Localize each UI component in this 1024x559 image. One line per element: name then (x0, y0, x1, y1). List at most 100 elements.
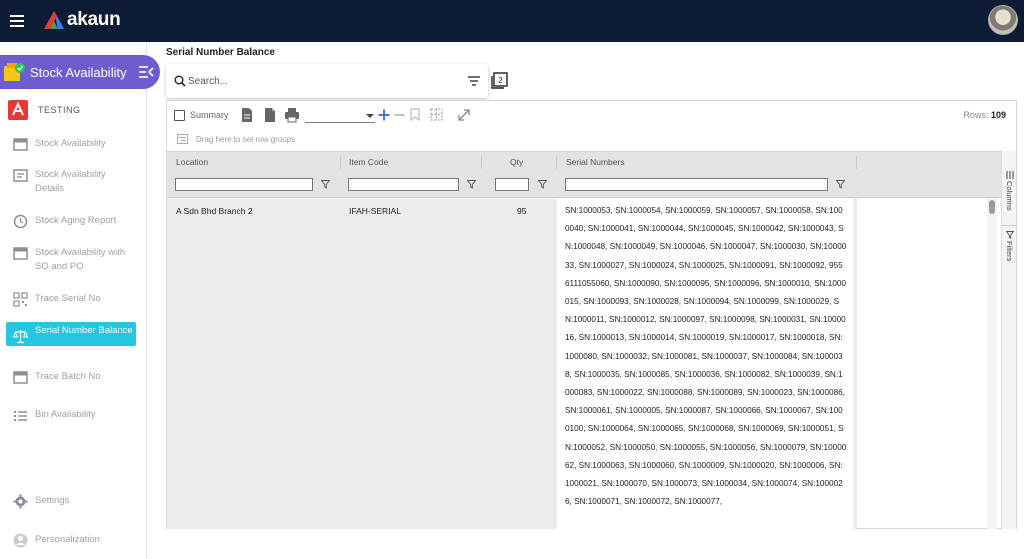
app-logo[interactable]: akaun (44, 9, 121, 31)
cell-location: A Sdn Bhd Branch 2 (176, 206, 253, 216)
expand-icon[interactable] (457, 108, 471, 122)
cell-serial-numbers-container: SN:1000053, SN:1000054, SN:1000059, SN:1… (557, 198, 853, 529)
column-header-qty[interactable]: Qty (510, 157, 523, 167)
bookmark-icon[interactable] (410, 108, 420, 121)
export-file-icon[interactable] (263, 107, 277, 123)
tenant-logo-icon (8, 100, 28, 120)
sidebar-item-label: Personalization (35, 534, 100, 545)
list-icon (14, 411, 27, 421)
filter-funnel-icon[interactable] (538, 180, 547, 189)
column-header-location[interactable]: Location (176, 157, 208, 167)
grid-toolbar: Summary Rows: 109 (167, 101, 1016, 129)
data-grid: Summary Rows: 109 Drag here to set row g… (166, 100, 1017, 529)
tab-filters[interactable]: Filters (1002, 231, 1017, 261)
filter-funnel-icon[interactable] (467, 180, 476, 189)
sidebar-item-trace-serial-no[interactable]: Trace Serial No (6, 292, 136, 307)
tab-filters-label: Filters (1005, 241, 1014, 262)
document-icon[interactable] (240, 107, 254, 123)
summary-label: Summary (190, 110, 229, 120)
print-icon[interactable] (284, 107, 300, 123)
top-bar: akaun (0, 0, 1024, 42)
sidebar-item-label: Stock Aging Report (35, 215, 117, 226)
remove-icon[interactable] (394, 109, 405, 121)
sidebar-item-label: Serial Number Balance (35, 325, 133, 336)
sidebar-item-label: Bin Availability (35, 409, 96, 420)
collapse-sidebar-icon[interactable] (138, 65, 154, 79)
tenant-selector[interactable]: TESTING (8, 100, 81, 120)
akaun-logo-icon (44, 11, 64, 29)
rows-count-label: Rows: 109 (963, 110, 1006, 120)
hamburger-menu-icon[interactable] (10, 15, 24, 27)
column-header-item-code[interactable]: Item Code (349, 157, 388, 167)
serial-numbers-filter-input[interactable] (565, 178, 828, 191)
columns-icon (1006, 171, 1013, 179)
side-panel-tabs: Columns Filters (1001, 151, 1017, 529)
sidebar-item-label: Stock Availability with SO and PO (35, 247, 126, 272)
column-header-serial-numbers[interactable]: Serial Numbers (566, 157, 625, 167)
scale-icon (13, 330, 28, 344)
column-resize-handle[interactable] (481, 156, 482, 169)
filter-funnel-icon[interactable] (836, 180, 845, 189)
scrollbar-thumb[interactable] (989, 200, 995, 214)
row-group-hint: Drag here to set row groups (196, 135, 296, 144)
search-box (166, 64, 488, 98)
filter-funnel-icon[interactable] (321, 180, 330, 189)
search-icon (174, 75, 186, 87)
sidebar-item-label: Trace Serial No (35, 293, 101, 304)
grid-header-row: Location Item Code Qty Serial Numbers (167, 151, 1001, 172)
sidebar-item-label: Settings (35, 495, 70, 506)
filter-lines-icon[interactable] (468, 76, 480, 86)
sidebar-item-trace-batch-no[interactable]: Trace Batch No (6, 370, 136, 385)
user-avatar[interactable] (988, 5, 1018, 35)
sidebar-item-bin-availability[interactable]: Bin Availability (6, 408, 136, 423)
sidebar-item-settings[interactable]: Settings (6, 494, 136, 509)
rows-label-text: Rows: (963, 110, 989, 120)
user-icon (13, 533, 28, 548)
sidebar-item-label: Stock Availability Details (35, 169, 106, 194)
cell-qty: 95 (517, 206, 527, 216)
sidebar-item-stock-availability-details[interactable]: Stock Availability Details (6, 168, 136, 195)
gear-icon (13, 494, 28, 509)
tab-columns[interactable]: Columns (1002, 171, 1017, 211)
clock-icon (13, 214, 28, 229)
column-resize-handle[interactable] (856, 156, 857, 169)
summary-checkbox[interactable] (174, 110, 185, 121)
column-resize-handle[interactable] (556, 156, 557, 169)
qty-filter-input[interactable] (495, 178, 529, 191)
sidebar-item-stock-availability[interactable]: Stock Availability (6, 137, 136, 152)
add-icon[interactable] (378, 109, 390, 121)
page-title: Serial Number Balance (166, 47, 275, 58)
vertical-scrollbar[interactable] (987, 198, 997, 529)
location-filter-input[interactable] (175, 178, 313, 191)
sidebar-item-stock-aging-report[interactable]: Stock Aging Report (6, 214, 136, 229)
filter-funnel-icon (1005, 231, 1014, 239)
row-group-dropzone[interactable]: Drag here to set row groups (167, 129, 1016, 151)
main-content: Serial Number Balance 2 Summary Rows: 10… (166, 42, 1024, 559)
view-select[interactable] (305, 110, 375, 123)
tab-columns-label: Columns (1005, 181, 1014, 211)
grid-filter-row (167, 172, 1001, 198)
module-header[interactable]: Stock Availability (0, 55, 160, 89)
sidebar-item-serial-number-balance[interactable]: Serial Number Balance (6, 322, 136, 346)
qr-icon (13, 292, 28, 307)
sidebar-item-label: Trace Batch No (35, 371, 101, 382)
module-app-icon (4, 63, 25, 81)
layout-toggle-icon[interactable]: 2 (491, 72, 508, 89)
box-icon (13, 247, 28, 260)
module-title: Stock Availability (30, 65, 127, 80)
column-resize-handle[interactable] (340, 156, 341, 169)
sidebar: Stock Availability TESTING Stock Availab… (0, 42, 160, 559)
box-icon (13, 138, 28, 151)
details-icon (13, 169, 28, 182)
rows-count: 109 (990, 110, 1006, 120)
chevron-down-icon (366, 114, 374, 118)
cell-item-code: IFAH-SERIAL (349, 206, 401, 216)
sidebar-item-stock-availability-so-po[interactable]: Stock Availability with SO and PO (6, 246, 136, 273)
select-grid-icon[interactable] (430, 108, 443, 121)
item-code-filter-input[interactable] (348, 178, 459, 191)
sidebar-item-personalization[interactable]: Personalization (6, 533, 136, 548)
tenant-label: TESTING (38, 105, 81, 115)
row-group-icon (177, 134, 188, 144)
cell-serial-numbers: SN:1000053, SN:1000054, SN:1000059, SN:1… (565, 206, 847, 507)
search-input[interactable] (188, 73, 448, 89)
